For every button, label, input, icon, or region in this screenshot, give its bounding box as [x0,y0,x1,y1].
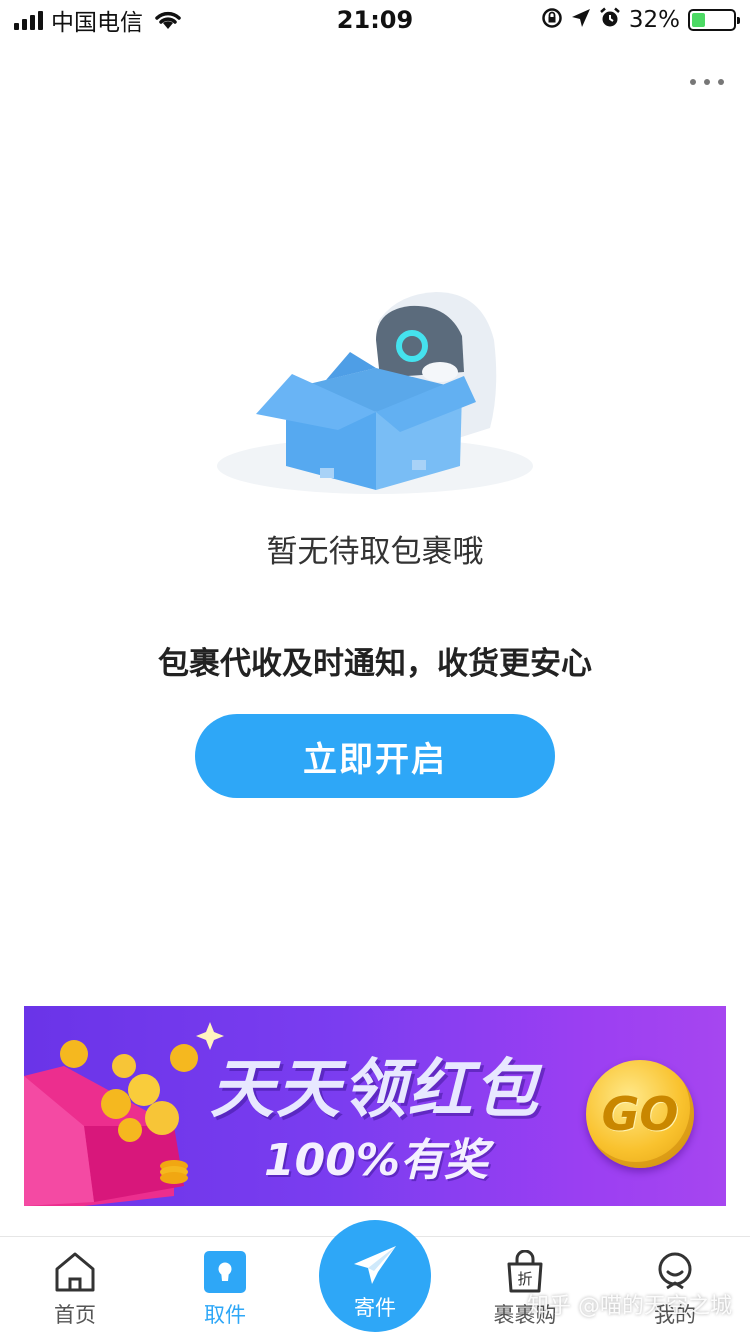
banner-title: 天天领红包 [210,1053,540,1127]
location-icon [571,8,591,32]
tab-pickup[interactable]: 取件 [150,1237,300,1334]
tab-home-label: 首页 [54,1303,96,1327]
battery-fill [692,13,705,27]
status-bar: 中国电信 21:09 32% [0,0,750,40]
red-packet-illustration [24,1022,224,1206]
empty-state-message: 暂无待取包裹哦 [266,534,484,570]
send-icon [352,1244,398,1290]
orientation-lock-icon [541,7,563,33]
enable-notification-button[interactable]: 立即开启 [195,714,555,798]
promo-text: 包裹代收及时通知，收货更安心 [158,646,592,682]
battery-icon [688,9,740,31]
battery-percent: 32% [628,7,680,33]
more-icon[interactable] [690,74,724,90]
go-coin-button[interactable]: GO [586,1060,694,1168]
tab-send-label: 寄件 [354,1296,396,1320]
red-packet-banner[interactable]: 天天领红包 100%有奖 GO [24,1006,726,1206]
watermark: 知乎 @喵的天空之城 [527,1294,732,1319]
tab-send-button[interactable]: 寄件 [319,1220,431,1332]
pickup-icon [202,1249,248,1295]
banner-subtitle: 100%有奖 [264,1135,488,1186]
alarm-icon [599,7,621,33]
go-label: GO [601,1087,679,1141]
tab-home[interactable]: 首页 [0,1237,150,1334]
status-right: 32% [541,6,740,34]
svg-text:折: 折 [517,1270,532,1288]
tab-pickup-label: 取件 [204,1303,246,1327]
home-icon [52,1249,98,1295]
robot-box-illustration [200,280,550,510]
